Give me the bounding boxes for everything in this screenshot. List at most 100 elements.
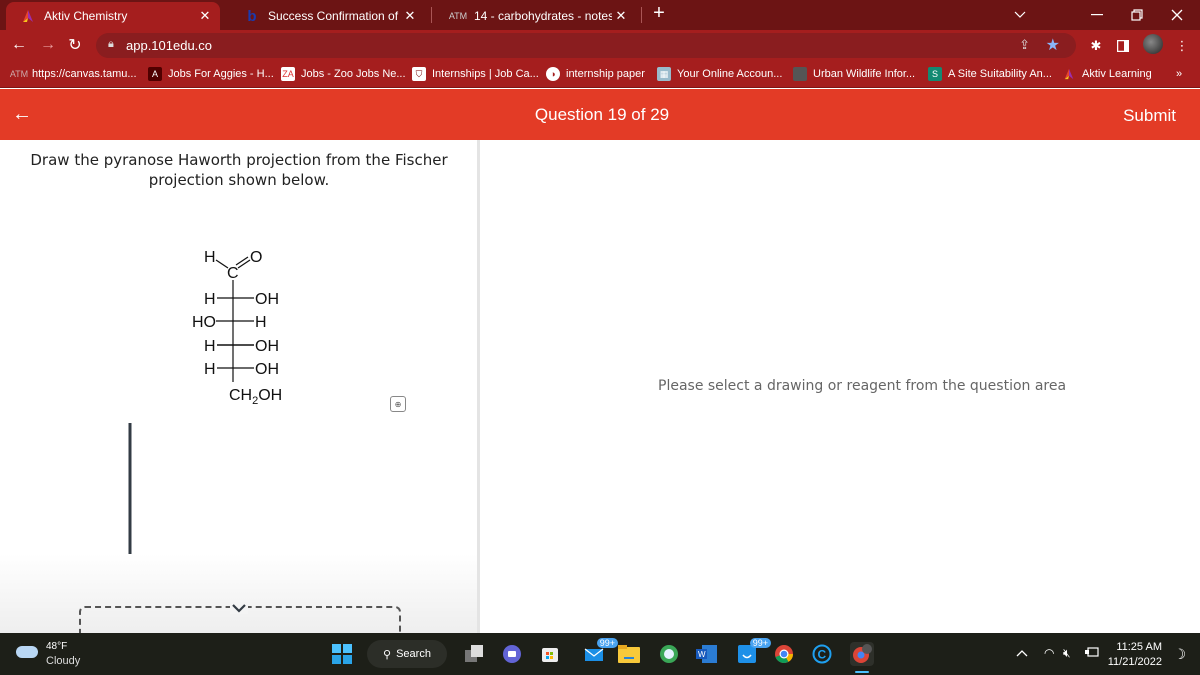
tamu-icon: A [148, 67, 162, 81]
b-icon: b [247, 7, 257, 25]
zoom-in-icon[interactable]: ⊕ [390, 396, 406, 412]
bookmark-site-suitability[interactable]: S A Site Suitability An... [928, 66, 1052, 82]
tab-strip: Aktiv Chemistry ✕ b Success Confirmation… [0, 0, 1200, 30]
bookmark-label: https://canvas.tamu... [32, 68, 137, 80]
tamu-icon: ATM [9, 69, 29, 79]
bookmark-urban-wildlife[interactable]: Urban Wildlife Infor... [793, 66, 915, 82]
copyright-app-icon[interactable]: C [810, 642, 834, 666]
sway-icon: S [928, 67, 942, 81]
mail-icon[interactable]: 99+ [582, 638, 618, 666]
profile-avatar[interactable] [1143, 34, 1163, 54]
microsoft-store-icon[interactable] [538, 642, 562, 666]
clock-date: 11/21/2022 [1107, 656, 1162, 668]
windows-start-icon[interactable] [330, 642, 354, 666]
restore-icon[interactable] [1117, 0, 1157, 30]
fischer-projection[interactable]: H C O H OH HO H H OH H OH CH2OH [180, 240, 310, 410]
windows-taskbar: 48°F Cloudy ⚲ Search 99+ W 99+ C ◠ 🔇︎ 11:… [0, 633, 1200, 675]
word-icon[interactable]: W [695, 642, 719, 666]
menu-kebab-icon[interactable]: ⋮ [1172, 36, 1192, 56]
show-hidden-icons-chevron[interactable] [1016, 646, 1028, 660]
forward-icon[interactable]: → [37, 34, 59, 56]
account-icon: ▦ [657, 67, 671, 81]
extensions-icon[interactable]: ✱ [1086, 36, 1106, 56]
bookmark-label: internship paper [566, 68, 645, 80]
fischer-row3-left: H [204, 338, 216, 355]
close-window-icon[interactable] [1157, 0, 1197, 30]
bookmark-internships[interactable]: ⛉ Internships | Job Ca... [412, 66, 539, 82]
back-icon[interactable]: ← [8, 34, 30, 56]
taskbar-search[interactable]: ⚲ Search [367, 640, 447, 668]
fischer-row4-left: H [204, 361, 216, 378]
fischer-oh: OH [258, 387, 282, 404]
address-bar[interactable]: 🔒︎ app.101edu.co ⇪ ★ [96, 33, 1076, 58]
tab-aktiv-chemistry[interactable]: Aktiv Chemistry ✕ [6, 2, 220, 30]
wifi-icon[interactable]: ◠ [1044, 646, 1054, 660]
cube-icon [793, 67, 807, 81]
active-app-indicator [855, 671, 869, 673]
answer-canvas[interactable]: Please select a drawing or reagent from … [483, 140, 1200, 633]
question-prompt: Draw the pyranose Haworth projection fro… [30, 151, 448, 189]
browser-toolbar: ← → ↻ 🔒︎ app.101edu.co ⇪ ★ ✱ ⋮ [0, 30, 1200, 60]
bookmark-label: Jobs - Zoo Jobs Ne... [301, 68, 406, 80]
bookmarks-bar: ATM https://canvas.tamu... A Jobs For Aggi… [0, 60, 1200, 88]
task-view-icon[interactable] [462, 642, 486, 666]
bookmark-star-icon[interactable]: ★ [1046, 35, 1060, 55]
mail-badge: 99+ [596, 638, 618, 648]
battery-charging-icon[interactable] [1085, 646, 1099, 661]
reload-icon[interactable]: ↻ [64, 34, 86, 56]
fischer-row2-right: H [255, 314, 267, 331]
close-tab-icon[interactable]: ✕ [612, 8, 630, 24]
answer-hint: Please select a drawing or reagent from … [658, 378, 1067, 394]
tab-success-confirmation[interactable]: b Success Confirmation of Questio ✕ [230, 2, 425, 30]
submit-button[interactable]: Submit [1123, 106, 1176, 126]
close-tab-icon[interactable]: ✕ [196, 8, 214, 24]
aktiv-icon [1062, 67, 1076, 81]
edge-app-icon[interactable] [657, 642, 681, 666]
tab-separator [431, 7, 432, 23]
bookmark-canvas[interactable]: ATM https://canvas.tamu... [9, 66, 137, 82]
fischer-row1-right: OH [255, 291, 279, 308]
tab-title: 14 - carbohydrates - notes.pdf: 2 [474, 9, 612, 23]
close-tab-icon[interactable]: ✕ [401, 8, 419, 24]
zoo-jobs-icon: ZA [281, 67, 295, 81]
focus-moon-icon[interactable]: ☽ [1173, 646, 1186, 663]
chrome-profile-icon[interactable] [850, 642, 874, 666]
bookmarks-overflow-button[interactable]: » [1176, 66, 1182, 82]
question-title: Question 19 of 29 [534, 105, 670, 124]
tab-title: Success Confirmation of Questio [268, 9, 401, 23]
bookmark-label: Aktiv Learning [1082, 68, 1152, 80]
tab-separator [641, 7, 642, 23]
bookmark-label: A Site Suitability An... [948, 68, 1052, 80]
chrome-icon[interactable] [772, 642, 796, 666]
volume-muted-icon[interactable]: 🔇︎ [1063, 646, 1071, 661]
notes-badge: 99+ [749, 638, 771, 648]
minimize-icon[interactable] [1077, 0, 1117, 30]
double-bond [235, 256, 249, 266]
question-counter: Question 19 of 29 [0, 105, 1200, 125]
share-icon[interactable]: ⇪ [1019, 37, 1030, 53]
file-explorer-icon[interactable] [617, 642, 641, 666]
clock-time: 11:25 AM [1116, 641, 1162, 653]
notes-app-icon[interactable]: 99+ [735, 638, 771, 666]
svg-text:C: C [818, 648, 827, 662]
question-area: Draw the pyranose Haworth projection fro… [0, 140, 480, 646]
bookmark-zoo-jobs[interactable]: ZA Jobs - Zoo Jobs Ne... [281, 66, 406, 82]
side-panel-icon[interactable] [1113, 36, 1133, 56]
bookmark-internship-paper[interactable]: ◑ internship paper [546, 66, 645, 82]
bookmark-aktiv-learning[interactable]: Aktiv Learning [1062, 66, 1152, 82]
fischer-aldehyde-c: C [227, 265, 239, 282]
bookmark-label: Urban Wildlife Infor... [813, 68, 916, 80]
search-icon: ⚲ [383, 648, 392, 661]
bookmark-label: Your Online Accoun... [677, 68, 783, 80]
tab-search-dropdown-icon[interactable] [1000, 0, 1040, 30]
system-clock[interactable]: 11:25 AM 11/21/2022 [1108, 640, 1162, 670]
tab-carbohydrates-notes[interactable]: ATM 14 - carbohydrates - notes.pdf: 2 ✕ [436, 2, 636, 30]
bookmark-jobs-for-aggies[interactable]: A Jobs For Aggies - H... [148, 66, 274, 82]
chevron-down-icon[interactable] [230, 602, 248, 614]
bookmark-online-account[interactable]: ▦ Your Online Accoun... [657, 66, 782, 82]
teams-chat-icon[interactable] [500, 642, 524, 666]
weather-temp[interactable]: 48°F [46, 641, 67, 652]
cloud-icon[interactable] [16, 646, 38, 658]
new-tab-button[interactable]: + [648, 2, 670, 28]
weather-condition[interactable]: Cloudy [46, 655, 80, 667]
